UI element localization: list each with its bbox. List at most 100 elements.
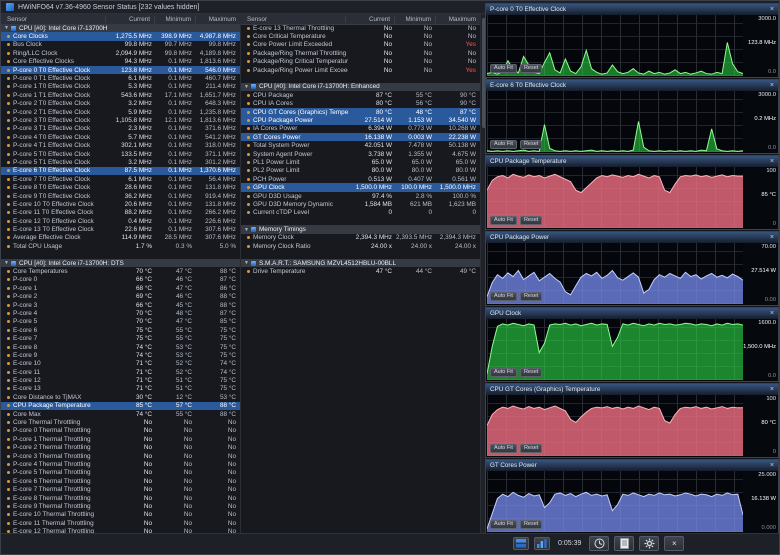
- auto-fit-button[interactable]: Auto Fit: [490, 519, 517, 529]
- sensor-row[interactable]: P-core 3 T0 Effective Clock 1,105.8 MHz 12…: [1, 116, 240, 124]
- reset-button[interactable]: Reset: [519, 139, 543, 149]
- sensor-row[interactable]: Core Thermal Throttling No No No: [1, 418, 240, 426]
- graph-title-bar[interactable]: CPU Package Temperature ×: [486, 156, 778, 167]
- sensor-row[interactable]: CPU IA Cores 80 °C 56 °C 90 °C: [241, 100, 480, 108]
- sensor-row[interactable]: E-core 7 75 °C 55 °C 75 °C: [1, 334, 240, 342]
- sensor-row[interactable]: E-core 6 75 °C 55 °C 75 °C: [1, 326, 240, 334]
- sensor-row[interactable]: Total CPU Usage 1.7 % 0.3 % 5.0 %: [1, 242, 240, 250]
- sensor-row[interactable]: P-core 5 70 °C 47 °C 85 °C: [1, 318, 240, 326]
- sensor-row[interactable]: P-core 3 T1 Effective Clock 2.3 MHz 0.1 MH…: [1, 125, 240, 133]
- sensor-row[interactable]: Package/Ring Critical Temperature No No No: [241, 58, 480, 66]
- sensor-row[interactable]: E-core 13 T0 Effective Clock 22.6 MHz 0.1 …: [1, 225, 240, 233]
- sensor-row[interactable]: Core Effective Clocks 94.3 MHz 0.1 MHz 1,81…: [1, 58, 240, 66]
- sensor-row[interactable]: E-core 9 T0 Effective Clock 36.2 MHz 0.1 M…: [1, 192, 240, 200]
- dock-icon[interactable]: [513, 537, 529, 550]
- reset-button[interactable]: Reset: [519, 215, 543, 225]
- graph-title-bar[interactable]: E-core 6 T0 Effective Clock ×: [486, 80, 778, 91]
- chart-toggle-icon[interactable]: [534, 537, 550, 550]
- reset-button[interactable]: Reset: [519, 291, 543, 301]
- sensor-row[interactable]: E-core 7 Thermal Throttling No No No: [1, 485, 240, 493]
- section-header[interactable]: ▼ CPU [#0]: Intel Core i7-13700H: Enhance…: [241, 82, 480, 92]
- sensor-row[interactable]: Core Clocks 1,275.5 MHz 398.9 MHz 4,987.8 M…: [1, 32, 240, 41]
- sensor-row[interactable]: P-core 0 T1 Effective Clock 6.1 MHz 0.1 MH…: [1, 74, 240, 82]
- sensor-row[interactable]: IA Cores Power 6.394 W 0.773 W 10.268 W: [241, 125, 480, 133]
- auto-fit-button[interactable]: Auto Fit: [490, 139, 517, 149]
- graph-close-icon[interactable]: ×: [770, 234, 774, 241]
- sensor-row[interactable]: P-core 4 T1 Effective Clock 302.1 MHz 0.1 …: [1, 141, 240, 149]
- sensor-row[interactable]: P-core 4 Thermal Throttling No No No: [1, 460, 240, 468]
- column-header-sensor[interactable]: Sensor: [1, 16, 105, 23]
- graph-title-bar[interactable]: CPU Package Power ×: [486, 232, 778, 243]
- sensor-row[interactable]: Core Temperatures 70 °C 47 °C 88 °C: [1, 267, 240, 275]
- sensor-row[interactable]: P-core 2 69 °C 46 °C 88 °C: [1, 293, 240, 301]
- graph-close-icon[interactable]: ×: [770, 386, 774, 393]
- sensor-row[interactable]: P-core 5 Thermal Throttling No No No: [1, 469, 240, 477]
- graph-title-bar[interactable]: GPU Clock ×: [486, 308, 778, 319]
- section-header[interactable]: ▼ CPU [#0]: Intel Core i7-13700H: DTS: [1, 258, 240, 268]
- report-button[interactable]: [614, 536, 635, 551]
- sensor-row[interactable]: Package/Ring Power Limit Exceeded No No Yes: [241, 66, 480, 74]
- auto-fit-button[interactable]: Auto Fit: [490, 291, 517, 301]
- graph-close-icon[interactable]: ×: [770, 310, 774, 317]
- graph-close-icon[interactable]: ×: [770, 6, 774, 13]
- sensor-row[interactable]: E-core 10 Thermal Throttling No No No: [1, 511, 240, 519]
- sensor-row[interactable]: E-core 9 Thermal Throttling No No No: [1, 502, 240, 510]
- section-header[interactable]: ▼ CPU [#0]: Intel Core i7-13700H: [1, 24, 240, 33]
- column-header-current[interactable]: Current: [105, 15, 154, 23]
- sensor-row[interactable]: Drive Temperature 47 °C 44 °C 49 °C: [241, 267, 480, 275]
- graph-close-icon[interactable]: ×: [770, 158, 774, 165]
- sensor-row[interactable]: GPU D3D Memory Dynamic 1,584 MB 621 MB 1,62…: [241, 200, 480, 208]
- sensor-row[interactable]: E-core 6 T0 Effective Clock 87.5 MHz 0.1 M…: [1, 166, 240, 176]
- sensor-row[interactable]: P-core 1 T0 Effective Clock 5.3 MHz 0.1 MH…: [1, 83, 240, 91]
- sensor-row[interactable]: P-core 5 T0 Effective Clock 133.5 MHz 0.1 …: [1, 150, 240, 158]
- sensor-row[interactable]: E-core 8 74 °C 53 °C 75 °C: [1, 343, 240, 351]
- graph-title-bar[interactable]: P-core 0 T0 Effective Clock ×: [486, 4, 778, 15]
- sensor-row[interactable]: E-core 13 Thermal Throttling No No No: [241, 24, 480, 32]
- sensor-row[interactable]: E-core 8 Thermal Throttling No No No: [1, 494, 240, 502]
- close-button[interactable]: ×: [664, 536, 685, 551]
- auto-fit-button[interactable]: Auto Fit: [490, 63, 517, 73]
- reset-button[interactable]: Reset: [519, 519, 543, 529]
- sensor-row[interactable]: E-core 8 T0 Effective Clock 28.6 MHz 0.1 M…: [1, 183, 240, 191]
- sensor-row[interactable]: E-core 10 T0 Effective Clock 20.6 MHz 0.1 …: [1, 200, 240, 208]
- sensor-row[interactable]: System Agent Power 3.738 W 1.355 W 4.675 W: [241, 150, 480, 158]
- graph-close-icon[interactable]: ×: [770, 462, 774, 469]
- clock-button[interactable]: [589, 536, 610, 551]
- sensor-row[interactable]: PL1 Power Limit 65.0 W 65.0 W 65.0 W: [241, 158, 480, 166]
- sensor-row[interactable]: E-core 7 T0 Effective Clock 6.1 MHz 0.1 MH…: [1, 175, 240, 183]
- sensor-row[interactable]: P-core 1 Thermal Throttling No No No: [1, 435, 240, 443]
- column-header-sensor[interactable]: Sensor: [241, 16, 345, 23]
- sensor-row[interactable]: E-core 6 Thermal Throttling No No No: [1, 477, 240, 485]
- auto-fit-button[interactable]: Auto Fit: [490, 443, 517, 453]
- sensor-row[interactable]: P-core 5 T1 Effective Clock 3.2 MHz 0.1 MH…: [1, 158, 240, 166]
- column-header-maximum[interactable]: Maximum: [195, 15, 240, 23]
- reset-button[interactable]: Reset: [519, 63, 543, 73]
- sensor-row[interactable]: CPU GT Cores (Graphics) Temperature 80 °C…: [241, 107, 480, 117]
- sensor-row[interactable]: P-core 3 66 °C 45 °C 88 °C: [1, 301, 240, 309]
- sensor-row[interactable]: Current cTDP Level 0 0 0: [241, 209, 480, 217]
- sensor-row[interactable]: E-core 12 71 °C 51 °C 75 °C: [1, 376, 240, 384]
- sensor-row[interactable]: P-core 0 T0 Effective Clock 123.8 MHz 0.1 …: [1, 65, 240, 75]
- settings-button[interactable]: [639, 536, 660, 551]
- sensor-row[interactable]: P-core 1 68 °C 47 °C 86 °C: [1, 284, 240, 292]
- sensor-row[interactable]: PL2 Power Limit 80.0 W 80.0 W 80.0 W: [241, 167, 480, 175]
- reset-button[interactable]: Reset: [519, 367, 543, 377]
- auto-fit-button[interactable]: Auto Fit: [490, 367, 517, 377]
- sensor-row[interactable]: P-core 2 Thermal Throttling No No No: [1, 444, 240, 452]
- sensor-row[interactable]: Memory Clock 2,394.3 MHz 2,393.5 MHz 2,394.…: [241, 234, 480, 242]
- sensor-row[interactable]: Core Power Limit Exceeded No No Yes: [241, 41, 480, 49]
- sensor-row[interactable]: GPU Clock 1,500.0 MHz 100.0 MHz 1,500.0 MHz: [241, 183, 480, 192]
- auto-fit-button[interactable]: Auto Fit: [490, 215, 517, 225]
- section-header[interactable]: ▼ S.M.A.R.T.: SAMSUNG MZVL4512HBLU-00BLL: [241, 258, 480, 268]
- column-header-minimum[interactable]: Minimum: [394, 15, 435, 23]
- column-header-maximum[interactable]: Maximum: [435, 15, 480, 23]
- sensor-row[interactable]: CPU Package 87 °C 55 °C 90 °C: [241, 91, 480, 99]
- sensor-row[interactable]: Ring/LLC Clock 2,094.9 MHz 99.8 MHz 4,189.8…: [1, 49, 240, 57]
- sensor-row[interactable]: P-core 0 Thermal Throttling No No No: [1, 427, 240, 435]
- graph-title-bar[interactable]: CPU GT Cores (Graphics) Temperature ×: [486, 384, 778, 395]
- sensor-row[interactable]: P-core 1 T1 Effective Clock 543.6 MHz 17.1…: [1, 91, 240, 99]
- sensor-row[interactable]: P-core 0 66 °C 46 °C 87 °C: [1, 276, 240, 284]
- sensor-row[interactable]: GT Cores Power 16.138 W 0.003 W 22.238 W: [241, 133, 480, 142]
- sensor-row[interactable]: Memory Clock Ratio 24.00 x 24.00 x 24.00 x: [241, 242, 480, 250]
- sensor-row[interactable]: GPU D3D Usage 97.4 % 2.8 % 100.0 %: [241, 192, 480, 200]
